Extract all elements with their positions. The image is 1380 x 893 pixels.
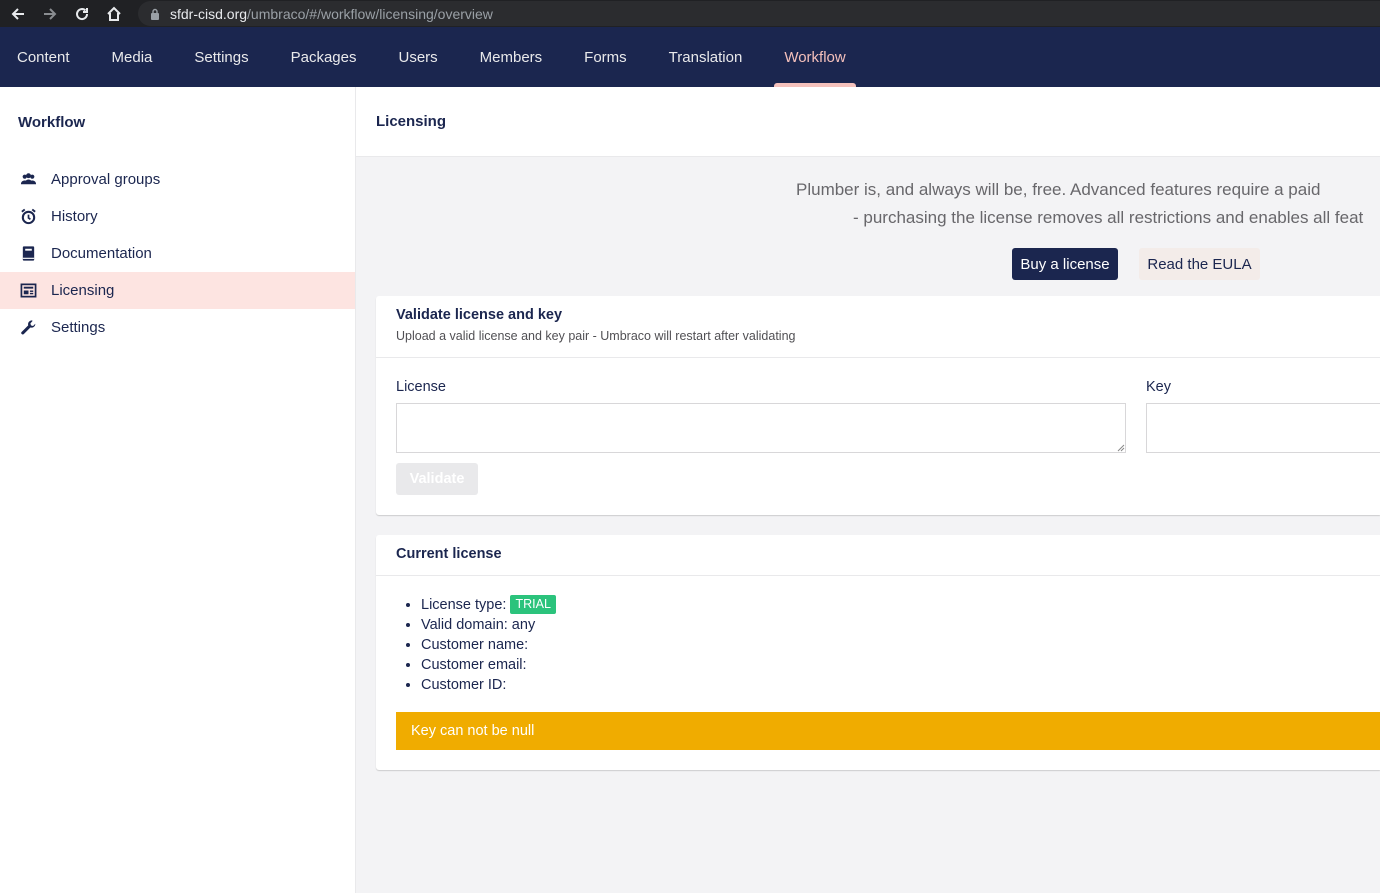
sidebar-item-label: Settings [51,319,106,336]
panel-header: Current license [376,535,1380,576]
home-button[interactable] [103,3,125,25]
page-title: Licensing [376,113,447,130]
panel-title: Current license [396,546,502,562]
panel-title: Validate license and key [396,307,563,323]
key-textarea[interactable] [1146,403,1380,453]
intro-line-1: Plumber is, and always will be, free. Ad… [796,180,1321,199]
nav-media[interactable]: Media [91,27,174,87]
sidebar-item-label: History [51,208,98,225]
forward-button[interactable] [39,3,61,25]
key-label: Key [1146,379,1171,395]
url-path: /umbraco/#/workflow/licensing/overview [247,5,493,22]
sidebar-item-label: Documentation [51,245,152,262]
buy-license-button[interactable]: Buy a license [1012,248,1118,280]
nav-forms[interactable]: Forms [563,27,648,87]
license-icon [19,282,37,300]
arrow-right-icon [44,7,57,20]
section-navigation: Content Media Settings Packages Users Me… [0,27,1380,87]
sidebar-tree: Approval groups History Documentation Li… [0,161,355,346]
current-license-panel: Current license License type: TRIAL Vali… [376,535,1380,770]
sidebar-item-history[interactable]: History [0,198,355,235]
nav-users[interactable]: Users [377,27,458,87]
license-type-label: License type: [421,597,507,613]
editor-header: Licensing [356,87,1380,157]
license-type-item: License type: TRIAL [421,595,556,615]
validate-license-panel: Validate license and key Upload a valid … [376,296,1380,515]
sidebar-title: Workflow [18,114,86,131]
reload-icon [76,7,89,20]
nav-translation[interactable]: Translation [648,27,764,87]
intro-text: Plumber is, and always will be, free. Ad… [796,176,1380,232]
address-bar[interactable]: sfdr-cisd.org/umbraco/#/workflow/licensi… [138,1,1380,26]
book-icon [19,245,37,263]
read-eula-button[interactable]: Read the EULA [1139,248,1260,280]
resize-grip-icon[interactable] [1116,443,1125,452]
home-icon [107,6,121,21]
lock-icon [151,8,159,20]
nav-settings[interactable]: Settings [173,27,269,87]
sidebar-item-label: Licensing [51,282,115,299]
panel-header: Validate license and key Upload a valid … [376,296,1380,358]
arrow-left-icon [11,7,24,20]
main-panel: Licensing Plumber is, and always will be… [356,87,1380,893]
users-icon [19,171,37,189]
sidebar: Workflow Approval groups History Documen… [0,87,356,893]
reload-button[interactable] [71,3,93,25]
warning-alert: Key can not be null [396,712,1380,750]
license-textarea[interactable] [396,403,1126,453]
license-label: License [396,379,446,395]
sidebar-item-approval-groups[interactable]: Approval groups [0,161,355,198]
validate-button[interactable]: Validate [396,463,478,495]
wrench-icon [19,319,37,337]
url-domain: sfdr-cisd.org [170,5,248,22]
alarm-clock-icon [19,208,37,226]
customer-id-item: Customer ID: [421,675,556,695]
panel-description: Upload a valid license and key pair - Um… [396,329,796,343]
sidebar-item-licensing[interactable]: Licensing [0,272,355,309]
customer-name-item: Customer name: [421,635,556,655]
sidebar-item-settings[interactable]: Settings [0,309,355,346]
nav-workflow[interactable]: Workflow [763,27,866,87]
back-button[interactable] [7,3,29,25]
nav-content[interactable]: Content [0,27,91,87]
nav-packages[interactable]: Packages [270,27,378,87]
nav-members[interactable]: Members [459,27,564,87]
sidebar-item-label: Approval groups [51,171,161,188]
intro-line-2: - purchasing the license removes all res… [853,208,1364,227]
customer-email-item: Customer email: [421,655,556,675]
trial-badge: TRIAL [510,595,556,614]
valid-domain-item: Valid domain: any [421,615,556,635]
sidebar-item-documentation[interactable]: Documentation [0,235,355,272]
browser-toolbar: sfdr-cisd.org/umbraco/#/workflow/licensi… [0,0,1380,27]
license-details-list: License type: TRIAL Valid domain: any Cu… [421,595,556,695]
